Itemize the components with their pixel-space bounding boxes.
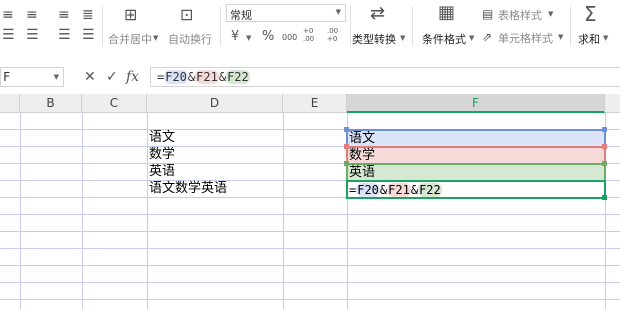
- edit-ref-3: F22: [418, 183, 442, 197]
- sum-button[interactable]: 求和: [578, 31, 600, 47]
- grid-col-line: [82, 113, 83, 309]
- cell-d21[interactable]: 数学: [148, 147, 283, 164]
- selection-handle[interactable]: [602, 144, 607, 149]
- formula-amp-2: &: [218, 70, 227, 84]
- cell-style-dropdown-icon[interactable]: ▼: [558, 33, 563, 41]
- align-right-icon[interactable]: ☰: [58, 28, 71, 42]
- column-header-f[interactable]: F: [347, 94, 605, 113]
- currency-button[interactable]: ¥: [231, 30, 239, 44]
- sum-dropdown-icon[interactable]: ▼: [603, 34, 608, 42]
- column-header-a[interactable]: [0, 94, 20, 113]
- column-header-d[interactable]: D: [147, 94, 283, 113]
- align-justify-icon[interactable]: ≣: [82, 8, 94, 22]
- align-top-right-icon[interactable]: ≡: [58, 8, 70, 22]
- grid-col-line: [283, 113, 284, 309]
- auto-wrap-button[interactable]: 自动换行: [168, 31, 212, 47]
- align-left-icon[interactable]: ☰: [2, 28, 15, 42]
- formula-ref-1: F20: [164, 70, 188, 84]
- grid-row: [0, 232, 620, 249]
- conditional-format-icon[interactable]: ▦: [438, 4, 455, 22]
- cancel-icon[interactable]: ✕: [84, 69, 96, 85]
- cell-d22[interactable]: 英语: [148, 164, 283, 181]
- table-style-icon[interactable]: ▤: [482, 7, 493, 21]
- cell-style-button[interactable]: 单元格样式: [498, 30, 553, 46]
- grid-row: [0, 283, 620, 300]
- type-convert-button[interactable]: 类型转换: [352, 31, 396, 47]
- percent-button[interactable]: %: [262, 30, 274, 44]
- ribbon-divider: [412, 6, 413, 46]
- formula-bar: F ▼ ✕ ✓ fx =F20&F21&F22: [0, 64, 620, 90]
- grid-row: [0, 113, 620, 130]
- merge-center-dropdown-icon[interactable]: ▼: [153, 34, 158, 42]
- cell-area[interactable]: 语文 数学 英语 语文数学英语 语文 数学 英语 =F20&F21&F22: [0, 113, 620, 309]
- column-headers: B C D E F: [0, 94, 620, 113]
- selection-handle[interactable]: [344, 144, 349, 149]
- align-top-left-icon[interactable]: ≡: [2, 8, 14, 22]
- grid-col-line: [20, 113, 21, 309]
- decrease-decimal-button[interactable]: .00 +0: [327, 27, 347, 43]
- name-box-value: F: [3, 70, 11, 84]
- number-format-value: 常规: [230, 9, 252, 22]
- cell-style-icon[interactable]: ⇗: [482, 30, 492, 44]
- cell-f23-editing[interactable]: =F20&F21&F22: [346, 180, 606, 199]
- formula-text: =F20&F21&F22: [157, 70, 250, 84]
- cell-d23[interactable]: 语文数学英语: [148, 181, 283, 198]
- edit-ref-1: F20: [356, 183, 380, 197]
- grid-row: [0, 300, 620, 309]
- table-style-dropdown-icon[interactable]: ▼: [548, 10, 553, 18]
- formula-ref-3: F22: [226, 70, 250, 84]
- ribbon-divider: [570, 6, 571, 46]
- selection-handle[interactable]: [344, 161, 349, 166]
- conditional-format-dropdown-icon[interactable]: ▼: [469, 34, 474, 42]
- edit-amp-2: &: [410, 183, 419, 197]
- table-style-button[interactable]: 表格样式: [498, 7, 542, 23]
- align-top-center-icon[interactable]: ≡: [26, 8, 38, 22]
- formula-input[interactable]: =F20&F21&F22: [150, 67, 620, 87]
- sum-icon[interactable]: Σ: [584, 4, 597, 24]
- ribbon-toolbar: ≡ ≡ ≡ ≣ ☰ ☰ ☰ ☰ ⊞ 合并居中 ▼ ⊡ 自动换行 常规 ▼ ¥ ▼…: [0, 0, 620, 56]
- column-header-g[interactable]: [605, 94, 620, 113]
- merge-center-button[interactable]: 合并居中: [108, 31, 152, 47]
- selection-handle[interactable]: [344, 127, 349, 132]
- grid-row: [0, 198, 620, 215]
- thousands-button[interactable]: 000: [282, 31, 297, 45]
- ribbon-divider: [220, 6, 221, 46]
- confirm-icon[interactable]: ✓: [106, 69, 118, 85]
- ribbon-divider: [350, 6, 351, 46]
- insert-function-icon[interactable]: fx: [126, 69, 139, 85]
- grid-row: [0, 266, 620, 283]
- formula-ref-2: F21: [195, 70, 219, 84]
- fill-handle[interactable]: [602, 195, 607, 200]
- grid-row: [0, 215, 620, 232]
- column-header-b[interactable]: B: [20, 94, 82, 113]
- spreadsheet-grid: B C D E F 语文 数学 英语 语文数学英语 语文 数学 英语 =F20&…: [0, 94, 620, 309]
- merge-center-icon[interactable]: ⊞: [124, 7, 137, 23]
- selection-handle[interactable]: [602, 127, 607, 132]
- grid-row: [0, 249, 620, 266]
- distribute-icon[interactable]: ☰: [82, 28, 95, 42]
- ribbon-divider: [102, 6, 103, 46]
- chevron-down-icon[interactable]: ▼: [54, 73, 59, 81]
- type-convert-icon[interactable]: ⇄: [370, 5, 385, 23]
- align-center-icon[interactable]: ☰: [26, 28, 39, 42]
- column-header-e[interactable]: E: [283, 94, 347, 113]
- edit-ref-2: F21: [387, 183, 411, 197]
- cell-d20[interactable]: 语文: [148, 130, 283, 147]
- conditional-format-button[interactable]: 条件格式: [422, 31, 466, 47]
- number-format-select[interactable]: 常规 ▼: [226, 4, 346, 22]
- chevron-down-icon: ▼: [335, 8, 341, 16]
- increase-decimal-button[interactable]: +0 .00: [303, 27, 323, 43]
- type-convert-dropdown-icon[interactable]: ▼: [400, 34, 405, 42]
- selection-handle[interactable]: [602, 161, 607, 166]
- column-header-c[interactable]: C: [82, 94, 147, 113]
- currency-dropdown-icon[interactable]: ▼: [246, 34, 251, 42]
- auto-wrap-icon[interactable]: ⊡: [180, 7, 193, 23]
- name-box[interactable]: F ▼: [0, 67, 64, 87]
